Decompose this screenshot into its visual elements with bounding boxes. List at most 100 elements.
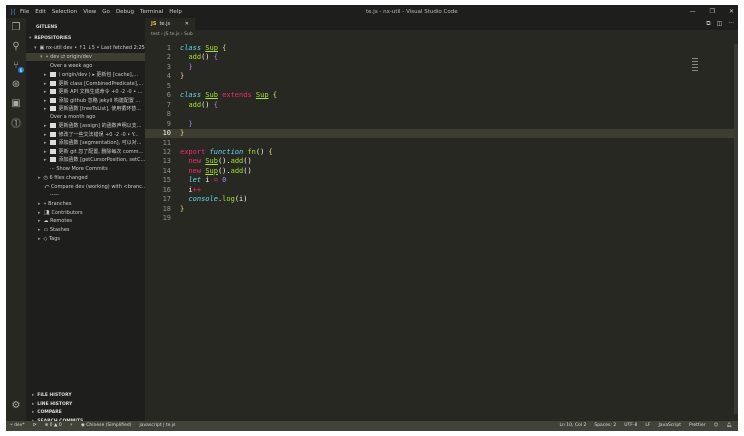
branch-item[interactable]: ▾ ⑂ dev ⇄ origin/dev <box>26 53 145 61</box>
code-line[interactable]: 4} <box>145 72 738 81</box>
panel-file-history[interactable]: ▸ FILE HISTORY <box>26 392 145 400</box>
extensions-icon[interactable]: ▣ <box>6 94 26 113</box>
code-line[interactable]: 10} <box>145 129 738 139</box>
repositories-header[interactable]: ▾ REPOSITORIES <box>26 35 145 43</box>
commit-item[interactable]: ▸ 更新 class [CombinedPredicate],... <box>26 80 145 88</box>
code-token: new <box>188 157 206 166</box>
branch-status[interactable]: ⑂ dev* <box>10 421 25 431</box>
code-line[interactable]: 11 <box>145 139 738 148</box>
indentation[interactable]: Spaces: 2 <box>594 421 616 431</box>
eol[interactable]: LF <box>645 421 650 431</box>
commit-avatar-icon <box>49 97 56 103</box>
close-tab-icon[interactable]: ✕ <box>185 18 189 30</box>
open-changes-icon[interactable]: ⧉ <box>706 18 710 30</box>
code-line[interactable]: 13 new Sub().add() <box>145 157 738 166</box>
code-line[interactable]: 8 <box>145 110 738 119</box>
code-token: } <box>188 119 193 128</box>
formatter[interactable]: Prettier <box>689 421 706 431</box>
code-line[interactable]: 18} <box>145 205 738 214</box>
menu-bar: File Edit Selection View Go Debug Terminal Help <box>20 9 188 15</box>
code-line[interactable]: 15 let i = 0 <box>145 176 738 185</box>
section-contributors[interactable]: ▸ 👥︎ Contributors <box>26 209 145 217</box>
menu-view[interactable]: View <box>83 9 96 15</box>
minimap[interactable] <box>692 58 698 72</box>
code-text: add() { <box>180 53 218 62</box>
problems-status[interactable]: ⊗ 0 ▲ 0 <box>44 421 61 431</box>
panel-compare[interactable]: ▸ COMPARE <box>26 409 145 417</box>
code-line[interactable]: 5 <box>145 82 738 91</box>
minimize-button[interactable]: — <box>690 8 696 15</box>
split-editor-icon[interactable]: ◫ <box>717 18 723 30</box>
code-line[interactable]: 19 <box>145 214 738 223</box>
menu-terminal[interactable]: Terminal <box>140 9 163 15</box>
breadcrumb[interactable]: test › JS te.js › Sub <box>151 32 193 37</box>
compare-item[interactable]: ⤺ Compare dev (working) with <branc... <box>26 183 145 191</box>
debug-icon[interactable]: ⊛ <box>6 75 26 94</box>
code-token: } <box>180 204 185 213</box>
ts-status[interactable]: javascript | te.js <box>139 421 175 431</box>
language-pack-status[interactable]: ◉ Chinese (Simplified) <box>81 421 132 431</box>
files-changed-item[interactable]: ▸ ◷ 6 files changed <box>26 174 145 182</box>
code-token: new <box>188 166 206 175</box>
section-remotes[interactable]: ▸ ☁ Remotes <box>26 217 145 225</box>
code-line[interactable]: 12 export function fn() { <box>145 148 738 157</box>
menu-file[interactable]: File <box>20 9 29 15</box>
files-icon[interactable]: ❐ <box>6 18 26 37</box>
code-line[interactable]: 7 add() { <box>145 101 738 110</box>
commit-item[interactable]: ▸ 更新函数 [assign] 的函数声明以支... <box>26 122 145 130</box>
code-line[interactable]: 9 } <box>145 120 738 129</box>
gear-icon[interactable]: ⚙ <box>6 396 26 415</box>
section-tags[interactable]: ▸ ◇ Tags <box>26 235 145 243</box>
commit-item[interactable]: ▸ 添加函数 [getCursorPosition, setC... <box>26 156 145 164</box>
menu-edit[interactable]: Edit <box>35 9 46 15</box>
encoding[interactable]: UTF-8 <box>624 421 637 431</box>
section-branches[interactable]: ▸ ⑂ Branches <box>26 200 145 208</box>
commit-item[interactable]: ▸ 修改了一些文法错误 +0 -2 -0 • Y... <box>26 131 145 139</box>
code-token: = <box>213 176 223 185</box>
commit-item[interactable]: ▸ ⟨ origin/dev ⟩ ▸ 更新包 [cache],... <box>26 71 145 79</box>
menu-debug[interactable]: Debug <box>116 9 134 15</box>
language-mode[interactable]: JavaScript <box>658 421 681 431</box>
commit-item[interactable]: ▸ 更新 git 忽了配置, 删除每次 comm... <box>26 148 145 156</box>
feedback-icon[interactable]: ☺ <box>714 421 719 431</box>
code-text: } <box>180 129 184 138</box>
sync-button[interactable]: ⟳ <box>33 421 37 431</box>
chevron-icon: ▾ <box>34 45 37 51</box>
tab-te-js[interactable]: JS te.js ✕ <box>145 18 195 30</box>
more-actions-icon[interactable]: ··· <box>728 18 734 30</box>
panel-line-history[interactable]: ▸ LINE HISTORY <box>26 401 145 409</box>
bell-icon[interactable]: 🔔︎ <box>726 421 732 431</box>
code-line[interactable]: 14 new Sup().add() <box>145 167 738 176</box>
maximize-button[interactable]: ❐ <box>710 8 715 15</box>
code-text: class Sup { <box>180 44 226 53</box>
commit-item[interactable]: ▸ 更新 API 文档生成命令 +0 -2 -0 • ... <box>26 88 145 96</box>
menu-selection[interactable]: Selection <box>52 9 77 15</box>
show-more-commits[interactable]: ··· Show More Commits <box>26 165 145 173</box>
cursor-position[interactable]: Ln 10, Col 2 <box>560 421 587 431</box>
chevron-icon: ▸ <box>44 131 47 138</box>
menu-help[interactable]: Help <box>169 9 182 15</box>
code-line[interactable]: 6 class Sub extends Sup { <box>145 91 738 100</box>
repository-item[interactable]: ▾ ▣ nx-util dev • ↑1 ↓5 • Last fetched 2:… <box>26 44 145 52</box>
title-bar: ⟩⟨ File Edit Selection View Go Debug Terminal H… <box>6 5 738 18</box>
chevron-icon: ▸ <box>38 175 41 181</box>
chevron-icon: ▾ <box>40 54 43 60</box>
close-button[interactable]: ✕ <box>729 8 734 15</box>
commit-avatar-icon <box>49 106 56 111</box>
commit-item[interactable]: ▸ 添加函数 [segmentation], 可以对... <box>26 139 145 147</box>
code-text: } <box>180 63 192 72</box>
code-line[interactable]: 3 } <box>145 63 738 72</box>
menu-go[interactable]: Go <box>102 9 110 15</box>
scrollbar[interactable] <box>734 44 738 414</box>
gitlens-icon[interactable]: ⓵ <box>6 113 26 132</box>
section-stashes[interactable]: ▸ ▭ Stashes <box>26 226 145 234</box>
code-line[interactable]: 2 add() { <box>145 53 738 62</box>
search-icon[interactable]: ⚲ <box>6 37 26 56</box>
commit-item[interactable]: ▸ 添加 github 忽略 jekyll 构建配置 ... <box>26 97 145 105</box>
code-line[interactable]: 17 console.log(i) <box>145 195 738 204</box>
chevron-icon: ▸ <box>32 393 35 398</box>
code-line[interactable]: 1 class Sup { <box>145 44 738 53</box>
commit-item[interactable]: ▸ 更新函数 [treeToList], 使用循环替... <box>26 105 145 113</box>
source-control-icon[interactable]: ⑂ 6 <box>6 56 26 75</box>
code-line[interactable]: 16 i++ <box>145 186 738 195</box>
